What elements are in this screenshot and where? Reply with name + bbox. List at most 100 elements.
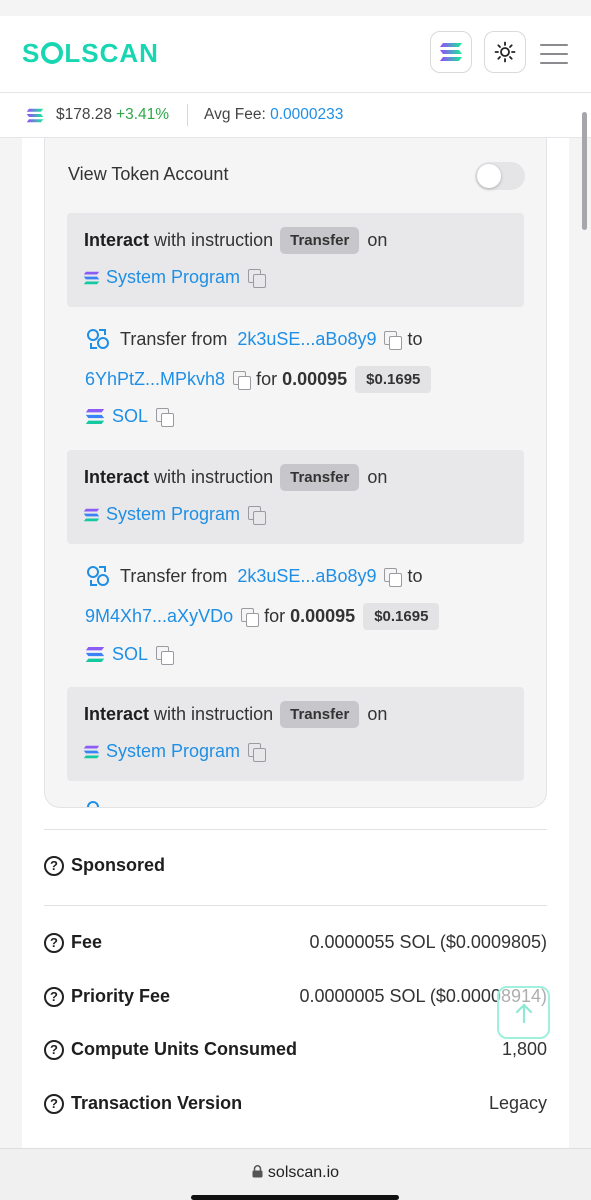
instruction-line: Interact with instruction Transfer on	[84, 227, 387, 254]
to-label: to	[407, 328, 423, 349]
program-link[interactable]: System Program	[83, 267, 271, 288]
copy-icon[interactable]	[384, 330, 403, 350]
copy-icon[interactable]	[384, 567, 403, 587]
sun-icon	[494, 41, 516, 63]
usd-value-badge: $0.1695	[355, 366, 432, 393]
solana-icon	[440, 43, 462, 61]
copy-icon[interactable]	[156, 408, 175, 427]
transfer-line-partial	[85, 798, 111, 807]
solana-icon	[26, 108, 44, 122]
token-line[interactable]: SOL	[85, 644, 179, 665]
on-text: on	[367, 467, 388, 487]
help-icon[interactable]: ?	[44, 855, 64, 876]
sol-price: $178.28	[56, 106, 113, 123]
lock-icon	[252, 1165, 263, 1178]
compute-units-row: ? Compute Units Consumed 1,800	[44, 1039, 547, 1060]
to-address-link[interactable]: 9M4Xh7...aXyVDo	[85, 606, 233, 627]
on-text: on	[367, 230, 388, 250]
solana-icon	[85, 647, 105, 662]
instruction-type-badge: Transfer	[280, 464, 360, 491]
token-line[interactable]: SOL	[85, 406, 179, 427]
instruction-type-badge: Transfer	[280, 227, 360, 254]
program-name: System Program	[106, 267, 241, 287]
instruction-line: Interact with instruction Transfer on	[84, 464, 387, 491]
transfer-line-2: 9M4Xh7...aXyVDo for 0.00095 $0.1695	[85, 603, 440, 630]
view-token-account-toggle[interactable]	[475, 162, 525, 190]
transfer-icon	[87, 566, 109, 586]
help-icon[interactable]: ?	[44, 932, 64, 953]
price-bar: $178.28 +3.41% Avg Fee: 0.0000233	[0, 92, 591, 138]
solana-icon	[83, 745, 100, 758]
avg-fee-label: Avg Fee:	[204, 106, 266, 123]
transaction-version-row: ? Transaction Version Legacy	[44, 1093, 547, 1114]
instruction-line: Interact with instruction Transfer on	[84, 701, 387, 728]
with-instruction-text: with instruction	[154, 230, 274, 250]
copy-icon[interactable]	[233, 371, 252, 390]
logo-o-icon	[41, 42, 64, 64]
amount: 0.00095	[290, 606, 356, 626]
compute-units-label: Compute Units Consumed	[71, 1039, 298, 1059]
instruction-header: Interact with instruction Transfer on Sy…	[67, 450, 524, 544]
solana-icon	[83, 508, 100, 521]
copy-icon[interactable]	[241, 608, 260, 627]
program-link[interactable]: System Program	[83, 741, 271, 762]
help-icon[interactable]: ?	[44, 1039, 64, 1060]
interact-label: Interact	[84, 704, 150, 724]
fee-row: ? Fee 0.0000055 SOL ($0.0009805)	[44, 932, 547, 953]
fee-value: 0.0000055 SOL ($0.0009805)	[309, 932, 547, 952]
to-address-link[interactable]: 6YhPtZ...MPkvh8	[85, 369, 225, 390]
for-label: for	[264, 606, 286, 626]
divider	[44, 905, 547, 906]
browser-address-bar[interactable]: solscan.io	[0, 1148, 591, 1200]
copy-icon[interactable]	[248, 269, 267, 288]
divider	[44, 829, 547, 830]
instruction-header: Interact with instruction Transfer on Sy…	[67, 213, 524, 307]
url-value: solscan.io	[267, 1164, 340, 1181]
logo-text-end: LSCAN	[64, 37, 159, 68]
copy-icon[interactable]	[248, 743, 267, 762]
solana-network-button[interactable]	[430, 31, 472, 73]
program-link[interactable]: System Program	[83, 504, 271, 525]
transfer-from-label: Transfer from	[120, 565, 228, 586]
help-icon[interactable]: ?	[44, 1093, 64, 1114]
solscan-logo[interactable]: S LSCAN	[22, 38, 159, 68]
avg-fee-value: 0.0000233	[270, 106, 344, 123]
page-scrollbar[interactable]	[582, 112, 587, 230]
view-token-account-label: View Token Account	[68, 164, 229, 184]
token-link[interactable]: SOL	[112, 644, 148, 665]
logo-text-start: S	[22, 37, 41, 68]
interact-label: Interact	[84, 467, 150, 487]
tx-version-label: Transaction Version	[71, 1093, 243, 1113]
hamburger-menu-icon[interactable]	[540, 44, 568, 71]
price-change: +3.41%	[116, 106, 170, 123]
scroll-to-top-button[interactable]	[497, 986, 550, 1039]
instruction-header: Interact with instruction Transfer on Sy…	[67, 687, 524, 781]
instructions-box: View Token Account Interact with instruc…	[44, 138, 547, 808]
url-text: solscan.io	[0, 1164, 591, 1182]
fee-label: Fee	[71, 932, 103, 952]
transfer-icon	[87, 329, 109, 349]
status-strip	[0, 0, 591, 16]
interact-label: Interact	[84, 230, 150, 250]
transfer-icon	[87, 801, 99, 807]
home-indicator	[191, 1195, 399, 1200]
copy-icon[interactable]	[156, 646, 175, 665]
with-instruction-text: with instruction	[154, 704, 274, 724]
usd-value-badge: $0.1695	[363, 603, 440, 630]
transfer-line: Transfer from 2k3uSE...aBo8y9 to	[85, 326, 423, 352]
theme-toggle-button[interactable]	[484, 31, 526, 73]
priority-fee-row: ? Priority Fee 0.0000005 SOL ($0.00008914…	[44, 986, 547, 1007]
help-icon[interactable]: ?	[44, 986, 64, 1007]
token-link[interactable]: SOL	[112, 406, 148, 427]
transfer-line-2: 6YhPtZ...MPkvh8 for 0.00095 $0.1695	[85, 366, 432, 393]
program-name: System Program	[106, 504, 241, 524]
priority-fee-label: Priority Fee	[71, 986, 171, 1006]
solana-icon	[83, 271, 100, 284]
instruction-type-badge: Transfer	[280, 701, 360, 728]
from-address-link[interactable]: 2k3uSE...aBo8y9	[237, 329, 376, 350]
copy-icon[interactable]	[248, 506, 267, 525]
from-address-link[interactable]: 2k3uSE...aBo8y9	[237, 566, 376, 587]
solana-icon	[85, 409, 105, 424]
with-instruction-text: with instruction	[154, 467, 274, 487]
toggle-knob	[477, 164, 501, 188]
